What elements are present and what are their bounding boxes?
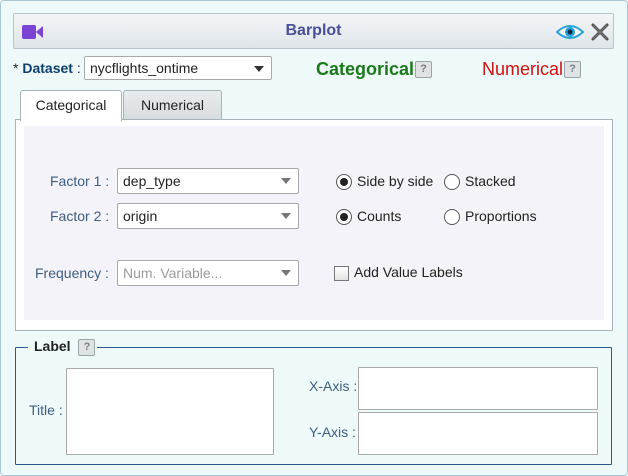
factor1-select[interactable]: dep_type	[117, 168, 299, 194]
frequency-label: Frequency :	[35, 265, 109, 281]
yaxis-input[interactable]	[358, 412, 598, 455]
close-icon[interactable]	[590, 22, 610, 45]
chevron-down-icon	[281, 270, 291, 276]
numerical-heading[interactable]: Numerical	[482, 59, 563, 80]
label-legend: Label ?	[28, 338, 98, 356]
add-value-labels-checkbox[interactable]	[334, 266, 349, 281]
numerical-help-icon[interactable]: ?	[564, 61, 581, 78]
window-title: Barplot	[285, 22, 342, 39]
proportions-radio[interactable]	[444, 209, 460, 225]
categorical-tab-panel: Factor 1 : dep_type Factor 2 : origin Fr…	[15, 119, 613, 331]
eye-icon[interactable]	[555, 23, 585, 44]
label-fieldset: Label ? Title : X-Axis : Y-Axis :	[15, 338, 612, 465]
label-legend-text: Label	[34, 338, 71, 354]
categorical-options: Factor 1 : dep_type Factor 2 : origin Fr…	[24, 126, 604, 320]
side-by-side-label: Side by side	[357, 173, 434, 189]
factor1-select-value: dep_type	[123, 173, 181, 189]
dataset-select-value: nycflights_ontime	[90, 60, 199, 76]
factor1-label: Factor 1 :	[50, 173, 110, 189]
stacked-label: Stacked	[465, 173, 516, 189]
xaxis-field-label: X-Axis :	[309, 378, 358, 394]
categorical-help-icon[interactable]: ?	[415, 61, 432, 78]
counts-radio[interactable]	[336, 209, 352, 225]
proportions-label: Proportions	[465, 208, 537, 224]
tab-numerical[interactable]: Numerical	[123, 90, 222, 120]
dataset-label: * Dataset :	[13, 60, 81, 76]
dataset-select[interactable]: nycflights_ontime	[84, 56, 272, 80]
barplot-dialog: Barplot * Dataset : nycflights_ontime Ca…	[0, 0, 628, 476]
chevron-down-icon	[281, 178, 291, 184]
counts-label: Counts	[357, 208, 402, 224]
required-mark: *	[13, 60, 19, 76]
add-value-labels-label: Add Value Labels	[354, 264, 463, 280]
dataset-label-text: Dataset	[22, 60, 73, 76]
chevron-down-icon	[254, 66, 264, 72]
chevron-down-icon	[281, 213, 291, 219]
tab-categorical[interactable]: Categorical	[20, 90, 122, 121]
dataset-separator: :	[76, 60, 81, 76]
stacked-radio[interactable]	[444, 174, 460, 190]
label-help-icon[interactable]: ?	[78, 339, 96, 356]
factor2-select-value: origin	[123, 208, 158, 224]
categorical-heading[interactable]: Categorical	[316, 59, 414, 80]
frequency-select[interactable]: Num. Variable...	[117, 260, 299, 286]
yaxis-field-label: Y-Axis :	[309, 424, 356, 440]
title-textarea[interactable]	[66, 368, 274, 455]
factor2-select[interactable]: origin	[117, 203, 299, 229]
side-by-side-radio[interactable]	[336, 174, 352, 190]
title-field-label: Title :	[29, 402, 63, 418]
frequency-placeholder: Num. Variable...	[123, 265, 223, 281]
title-bar: Barplot	[13, 13, 614, 49]
factor2-label: Factor 2 :	[50, 208, 110, 224]
xaxis-input[interactable]	[358, 367, 598, 410]
